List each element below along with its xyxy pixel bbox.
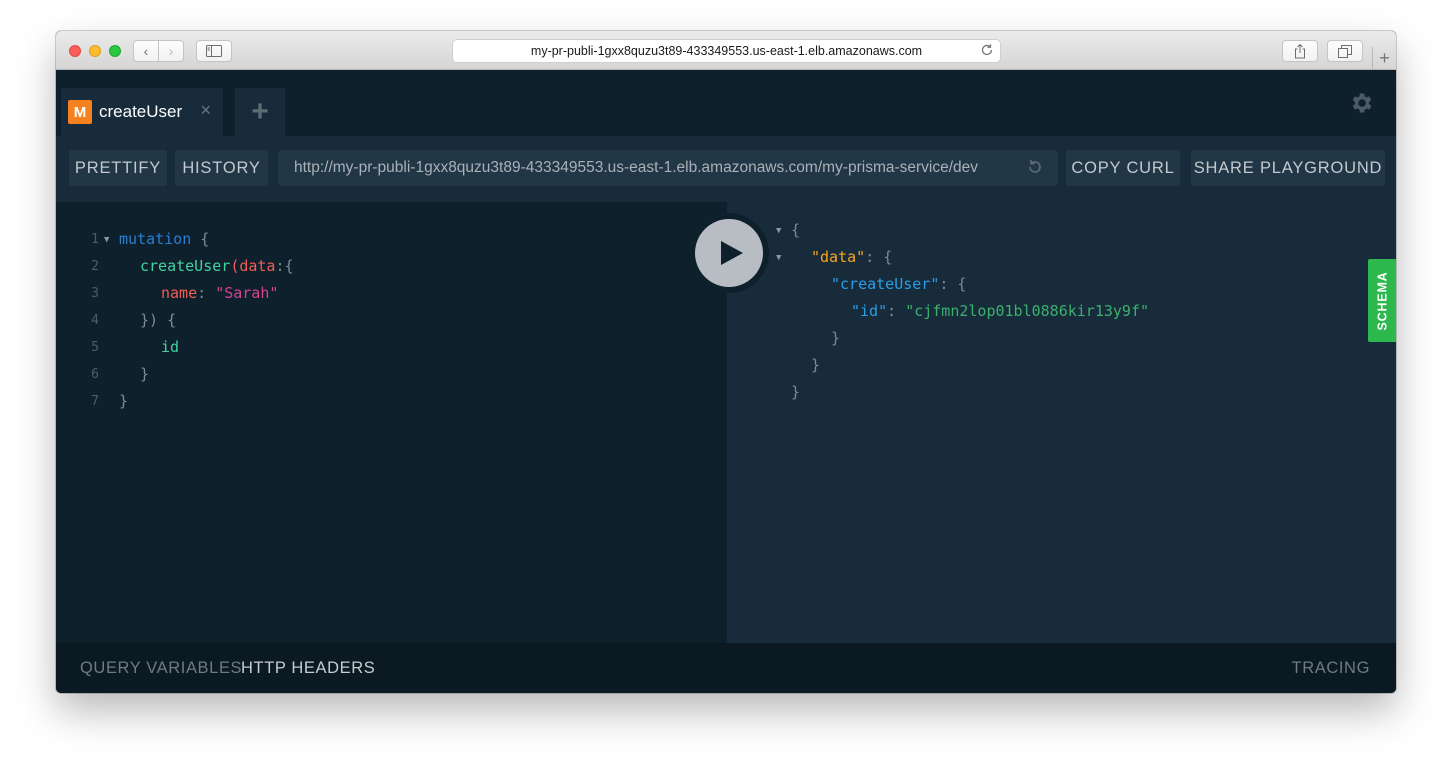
play-icon — [720, 241, 743, 265]
schema-label: SCHEMA — [1375, 271, 1389, 330]
punctuation: : { — [865, 248, 893, 266]
fold-arrow-icon[interactable]: ▼ — [776, 253, 781, 263]
browser-toolbar: ‹ › my-pr-publi-1gxx8quzu3t89-433349553.… — [56, 31, 1396, 70]
fold-arrow-icon[interactable]: ▼ — [776, 226, 781, 236]
json-string-value: "cjfmn2lop01bl0886kir13y9f" — [905, 302, 1150, 320]
json-line: "createUser": { — [831, 271, 966, 298]
gear-icon[interactable] — [1348, 90, 1374, 116]
playground-tab-bar: M createUser × + — [56, 70, 1396, 136]
json-line: { — [791, 221, 801, 239]
result-viewer[interactable]: ▼ ▼ { "data": { "createUser": { "id": "c… — [727, 202, 1396, 643]
brace: { — [200, 230, 210, 248]
query-variables-tab[interactable]: QUERY VARIABLES — [80, 659, 242, 678]
copy-curl-button[interactable]: COPY CURL — [1066, 150, 1180, 186]
forward-button[interactable]: › — [158, 40, 184, 62]
share-icon — [1295, 43, 1305, 58]
argument-name: name — [161, 284, 198, 302]
close-window-button[interactable] — [69, 45, 81, 57]
sidebar-icon — [206, 45, 222, 57]
line-number: 3 — [91, 286, 99, 301]
code-line: id — [161, 338, 180, 356]
json-line: "data": { — [811, 244, 892, 271]
plus-icon: + — [251, 95, 269, 128]
query-editor[interactable]: 1 ▼ 2 3 4 5 6 7 mutation { createUser(da… — [56, 202, 727, 643]
json-line: } — [811, 356, 821, 374]
share-playground-button[interactable]: SHARE PLAYGROUND — [1191, 150, 1385, 186]
json-key: "id" — [851, 302, 888, 320]
colon: : — [887, 302, 906, 320]
code-line: }) { — [140, 311, 177, 329]
reload-icon[interactable] — [980, 43, 994, 57]
json-line: } — [831, 329, 841, 347]
tab-title: createUser — [99, 102, 183, 121]
http-headers-tab[interactable]: HTTP HEADERS — [241, 659, 375, 678]
browser-window: ‹ › my-pr-publi-1gxx8quzu3t89-433349553.… — [56, 31, 1396, 693]
tracing-tab[interactable]: TRACING — [1292, 659, 1370, 678]
paren: ( — [230, 257, 240, 275]
code-line: name: "Sarah" — [161, 280, 278, 307]
tab-create-user[interactable]: M createUser × — [61, 88, 223, 136]
json-line: } — [791, 383, 801, 401]
colon: : — [197, 284, 207, 302]
line-number: 4 — [91, 313, 99, 328]
json-key: "data" — [811, 248, 866, 266]
add-tab-button[interactable]: + — [235, 88, 285, 136]
line-number: 5 — [91, 340, 99, 355]
fold-arrow-icon[interactable]: ▼ — [104, 235, 109, 245]
minimize-window-button[interactable] — [89, 45, 101, 57]
mutation-badge: M — [68, 100, 92, 124]
endpoint-url: http://my-pr-publi-1gxx8quzu3t89-4333495… — [294, 159, 979, 176]
json-line: "id": "cjfmn2lop01bl0886kir13y9f" — [851, 298, 1149, 325]
line-number: 1 — [91, 232, 99, 247]
punctuation: : { — [939, 275, 967, 293]
execute-query-button[interactable] — [689, 213, 769, 293]
argument-name: data — [239, 257, 276, 275]
show-tabs-button[interactable] — [1327, 40, 1363, 62]
schema-tab[interactable]: SCHEMA — [1368, 259, 1396, 342]
code-line: } — [140, 365, 150, 383]
field-name: createUser — [140, 257, 231, 275]
punctuation: :{ — [275, 257, 294, 275]
zoom-window-button[interactable] — [109, 45, 121, 57]
code-line: createUser(data:{ — [140, 253, 294, 280]
history-button[interactable]: HISTORY — [175, 150, 268, 186]
endpoint-input[interactable]: http://my-pr-publi-1gxx8quzu3t89-4333495… — [278, 150, 1058, 186]
bottom-panel-bar: QUERY VARIABLES HTTP HEADERS TRACING — [56, 643, 1396, 693]
line-number: 2 — [91, 259, 99, 274]
prettify-button[interactable]: PRETTIFY — [69, 150, 167, 186]
json-key: "createUser" — [831, 275, 940, 293]
share-button[interactable] — [1282, 40, 1318, 62]
mutation-keyword: mutation — [119, 230, 192, 248]
chevron-left-icon: ‹ — [143, 43, 149, 59]
address-text: my-pr-publi-1gxx8quzu3t89-433349553.us-e… — [530, 44, 923, 58]
tabs-overview-icon — [1338, 44, 1352, 58]
code-line: mutation { — [119, 226, 209, 253]
line-number: 6 — [91, 367, 99, 382]
new-tab-button[interactable]: + — [1372, 47, 1396, 70]
editor-toolbar: PRETTIFY HISTORY http://my-pr-publi-1gxx… — [56, 136, 1396, 202]
close-icon[interactable]: × — [200, 100, 211, 121]
code-line: } — [119, 392, 129, 410]
chevron-right-icon: › — [168, 43, 174, 59]
reset-icon[interactable] — [1026, 158, 1044, 176]
string-value: "Sarah" — [215, 284, 279, 302]
sidebar-toggle-button[interactable] — [196, 40, 232, 62]
back-button[interactable]: ‹ — [133, 40, 159, 62]
line-number: 7 — [91, 394, 99, 409]
play-button-face[interactable] — [695, 219, 763, 287]
plus-icon: + — [1379, 48, 1390, 68]
address-bar[interactable]: my-pr-publi-1gxx8quzu3t89-433349553.us-e… — [452, 39, 1001, 63]
